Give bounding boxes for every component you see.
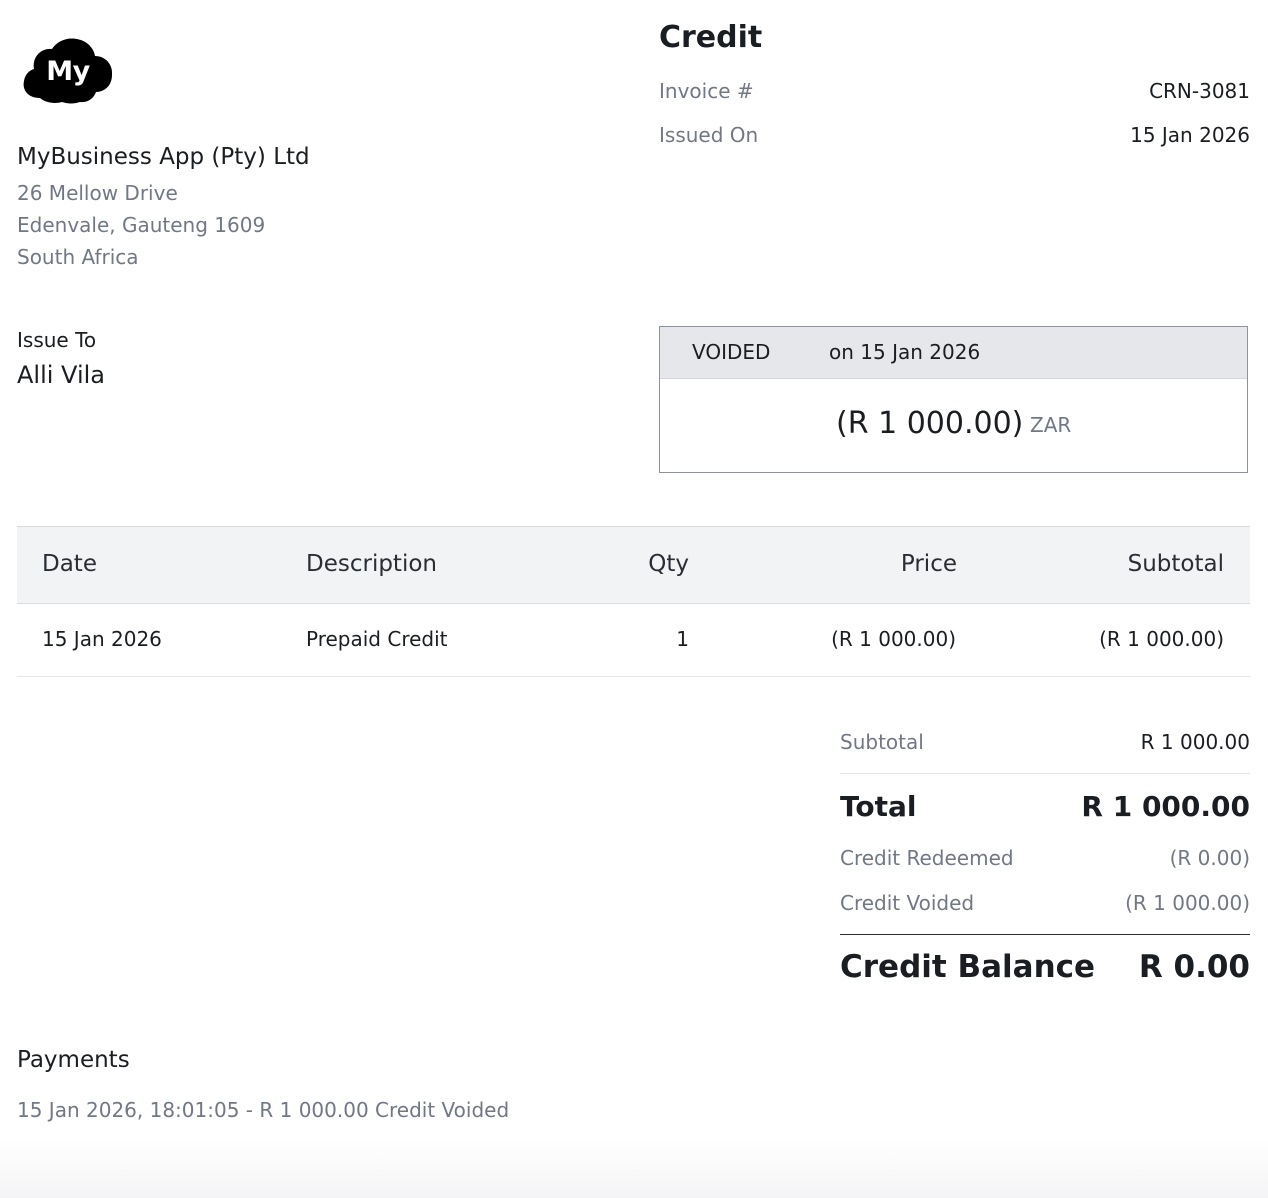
row-qty: 1	[676, 627, 689, 651]
company-address-line1: 26 Mellow Drive	[17, 181, 178, 205]
row-price: (R 1 000.00)	[831, 627, 956, 651]
document-title: Credit	[659, 20, 763, 55]
invoice-number-value: CRN-3081	[1149, 79, 1250, 103]
column-header-price: Price	[900, 551, 957, 577]
table-header: Date Description Qty Price Subtotal	[17, 526, 1250, 604]
payment-entry: 15 Jan 2026, 18:01:05 - R 1 000.00 Credi…	[17, 1098, 510, 1122]
status-badge: VOIDED	[692, 340, 771, 364]
total-label: Total	[840, 790, 917, 823]
payments-title: Payments	[17, 1047, 130, 1073]
company-logo: My	[22, 36, 114, 106]
credit-redeemed-value: (R 0.00)	[1169, 846, 1250, 870]
company-address-line3: South Africa	[17, 245, 139, 269]
company-name: MyBusiness App (Pty) Ltd	[17, 144, 310, 170]
issue-to-name: Alli Vila	[17, 361, 105, 389]
status-date: on 15 Jan 2026	[829, 340, 981, 364]
issued-on-label: Issued On	[659, 123, 759, 147]
credit-voided-value: (R 1 000.00)	[1125, 891, 1250, 915]
invoice-number-label: Invoice #	[659, 79, 754, 103]
credit-balance-label: Credit Balance	[840, 949, 1096, 985]
row-description: Prepaid Credit	[306, 627, 448, 651]
column-header-description: Description	[306, 551, 437, 577]
bottom-fade	[0, 1140, 1268, 1198]
column-header-date: Date	[42, 551, 97, 577]
status-header: VOIDED on 15 Jan 2026	[660, 327, 1247, 379]
logo-text: My	[46, 55, 90, 87]
column-header-subtotal: Subtotal	[1127, 551, 1224, 577]
credit-redeemed-label: Credit Redeemed	[840, 846, 1014, 870]
status-amount: (R 1 000.00)	[836, 406, 1024, 441]
column-header-qty: Qty	[648, 551, 689, 577]
total-value: R 1 000.00	[1081, 790, 1250, 823]
subtotal-label: Subtotal	[840, 730, 924, 754]
credit-balance-value: R 0.00	[1138, 949, 1250, 985]
row-subtotal: (R 1 000.00)	[1099, 627, 1224, 651]
balance-divider	[840, 934, 1250, 935]
credit-voided-label: Credit Voided	[840, 891, 975, 915]
status-currency: ZAR	[1030, 413, 1072, 437]
company-address-line2: Edenvale, Gauteng 1609	[17, 213, 266, 237]
status-box: VOIDED on 15 Jan 2026 (R 1 000.00) ZAR	[659, 326, 1248, 473]
row-date: 15 Jan 2026	[42, 627, 162, 651]
summary-divider	[840, 773, 1250, 774]
issue-to-label: Issue To	[17, 328, 97, 352]
table-row: 15 Jan 2026 Prepaid Credit 1 (R 1 000.00…	[17, 604, 1250, 677]
subtotal-value: R 1 000.00	[1140, 730, 1250, 754]
issued-on-value: 15 Jan 2026	[1130, 123, 1250, 147]
